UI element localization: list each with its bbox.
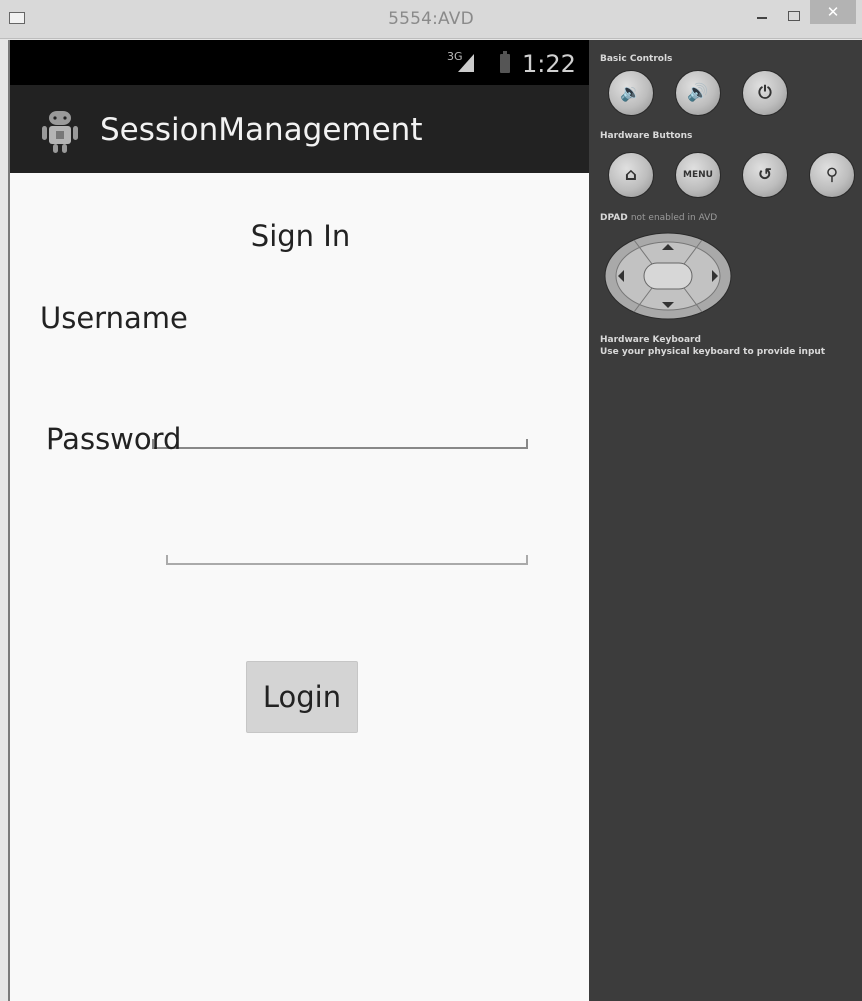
maximize-button[interactable] — [780, 4, 808, 28]
hardware-keyboard-note: Use your physical keyboard to provide in… — [600, 347, 826, 357]
login-button[interactable]: Login — [246, 661, 358, 733]
hardware-keyboard-title: Hardware Keyboard — [600, 335, 701, 345]
emulator-controls-panel: Basic Controls 🔉 🔊 ⏻ Hardware Buttons ⌂ … — [589, 40, 862, 1001]
action-bar: SessionManagement — [10, 85, 591, 173]
volume-down-icon: 🔉 — [620, 83, 642, 103]
home-icon: ⌂ — [624, 165, 638, 185]
signal-icon — [458, 54, 474, 72]
username-input[interactable] — [154, 445, 526, 454]
username-field[interactable] — [152, 439, 528, 454]
minimize-icon — [757, 17, 767, 19]
username-label: Username — [40, 301, 188, 335]
window-title: 5554:AVD — [388, 9, 474, 29]
dpad-title: DPAD not enabled in AVD — [600, 213, 717, 223]
dpad-control[interactable] — [604, 232, 732, 320]
device-screen: 3G 1:22 SessionManagement Sign In Userna… — [8, 40, 591, 1001]
menu-button[interactable]: MENU — [675, 152, 721, 198]
menu-label: MENU — [683, 170, 713, 180]
password-input[interactable] — [168, 561, 526, 570]
sign-in-form: Sign In Username Password Login — [10, 173, 591, 1001]
battery-icon — [500, 51, 510, 73]
dpad-label: DPAD — [600, 213, 628, 223]
back-icon: ↺ — [757, 165, 773, 185]
back-button[interactable]: ↺ — [742, 152, 788, 198]
basic-controls-title: Basic Controls — [600, 54, 673, 64]
window-title-bar: 5554:AVD ✕ — [0, 0, 862, 39]
close-button[interactable]: ✕ — [810, 0, 856, 24]
page-title: Sign In — [250, 219, 351, 253]
password-label: Password — [46, 422, 182, 456]
search-button[interactable]: ⚲ — [809, 152, 855, 198]
volume-up-icon: 🔊 — [687, 83, 709, 103]
maximize-icon — [788, 11, 800, 21]
home-button[interactable]: ⌂ — [608, 152, 654, 198]
minimize-button[interactable] — [748, 4, 776, 28]
power-button[interactable]: ⏻ — [742, 70, 788, 116]
dpad-note: not enabled in AVD — [630, 213, 718, 223]
android-robot-icon — [42, 111, 78, 153]
app-title: SessionManagement — [100, 112, 423, 148]
volume-down-button[interactable]: 🔉 — [608, 70, 654, 116]
status-bar: 3G 1:22 — [10, 40, 591, 85]
hardware-buttons-title: Hardware Buttons — [600, 131, 693, 141]
hardware-keyboard-info: Hardware Keyboard Use your physical keyb… — [600, 334, 825, 358]
power-icon: ⏻ — [758, 83, 772, 103]
password-field[interactable] — [166, 555, 528, 570]
volume-up-button[interactable]: 🔊 — [675, 70, 721, 116]
search-icon: ⚲ — [825, 165, 839, 185]
status-time: 1:22 — [522, 50, 576, 78]
